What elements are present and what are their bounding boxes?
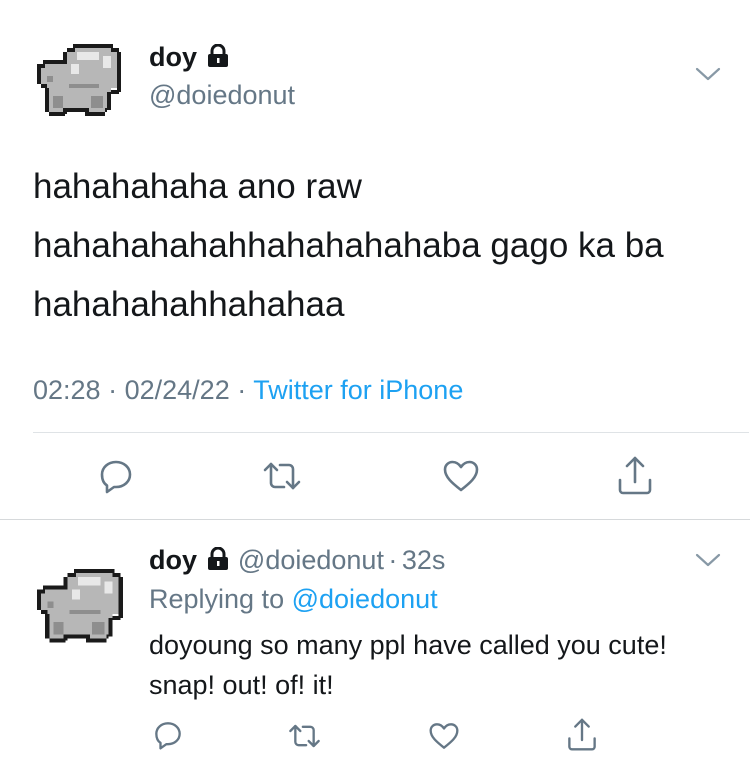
tweet-source-link[interactable]: Twitter for iPhone — [253, 375, 463, 405]
separator: · — [237, 375, 247, 405]
reply-tweet[interactable]: doy @doiedonut · 32s Replying to @doiedo… — [0, 520, 750, 773]
replying-to-link[interactable]: @doiedonut — [292, 584, 438, 614]
share-button[interactable] — [566, 718, 598, 752]
lock-icon — [207, 546, 229, 576]
like-icon — [443, 460, 479, 492]
tweet-date: 02/24/22 — [124, 375, 230, 405]
share-icon — [568, 718, 596, 751]
display-name[interactable]: doy — [149, 545, 197, 575]
reply-button[interactable] — [153, 720, 183, 750]
reply-author-line: doy @doiedonut · 32s — [149, 545, 445, 576]
share-button[interactable] — [616, 456, 654, 496]
retweet-button[interactable] — [286, 721, 323, 751]
retweet-button[interactable] — [260, 458, 304, 494]
author-line: doy — [149, 42, 229, 73]
reply-icon — [100, 460, 132, 494]
handle[interactable]: @doiedonut — [238, 545, 384, 575]
replying-to-prefix: Replying to — [149, 584, 285, 614]
handle[interactable]: @doiedonut — [149, 80, 295, 111]
retweet-icon — [263, 462, 301, 490]
like-button[interactable] — [442, 458, 480, 494]
separator: · — [388, 545, 398, 575]
tweet-text: hahahahaha ano raw hahahahahahhahahahaha… — [33, 167, 664, 324]
replying-to-line: Replying to @doiedonut — [149, 584, 438, 615]
reply-icon — [155, 722, 181, 750]
avatar[interactable] — [33, 565, 129, 647]
like-button[interactable] — [428, 721, 460, 751]
chevron-down-icon[interactable] — [695, 66, 721, 82]
separator: · — [108, 375, 118, 405]
divider — [33, 432, 749, 433]
lock-icon — [207, 43, 229, 73]
tweet-meta: 02:28 · 02/24/22 · Twitter for iPhone — [33, 375, 463, 406]
tweet-time: 02:28 — [33, 375, 101, 405]
display-name[interactable]: doy — [149, 42, 197, 72]
retweet-icon — [289, 724, 320, 748]
reply-button[interactable] — [98, 458, 134, 494]
avatar[interactable] — [33, 40, 127, 120]
chevron-down-icon[interactable] — [695, 552, 721, 568]
tweet-age: 32s — [401, 545, 446, 575]
like-icon — [429, 723, 459, 749]
share-icon — [618, 456, 652, 495]
main-tweet: doy @doiedonut hahahahaha ano raw hahaha… — [0, 0, 750, 518]
reply-text: doyoung so many ppl have called you cute… — [149, 630, 667, 700]
